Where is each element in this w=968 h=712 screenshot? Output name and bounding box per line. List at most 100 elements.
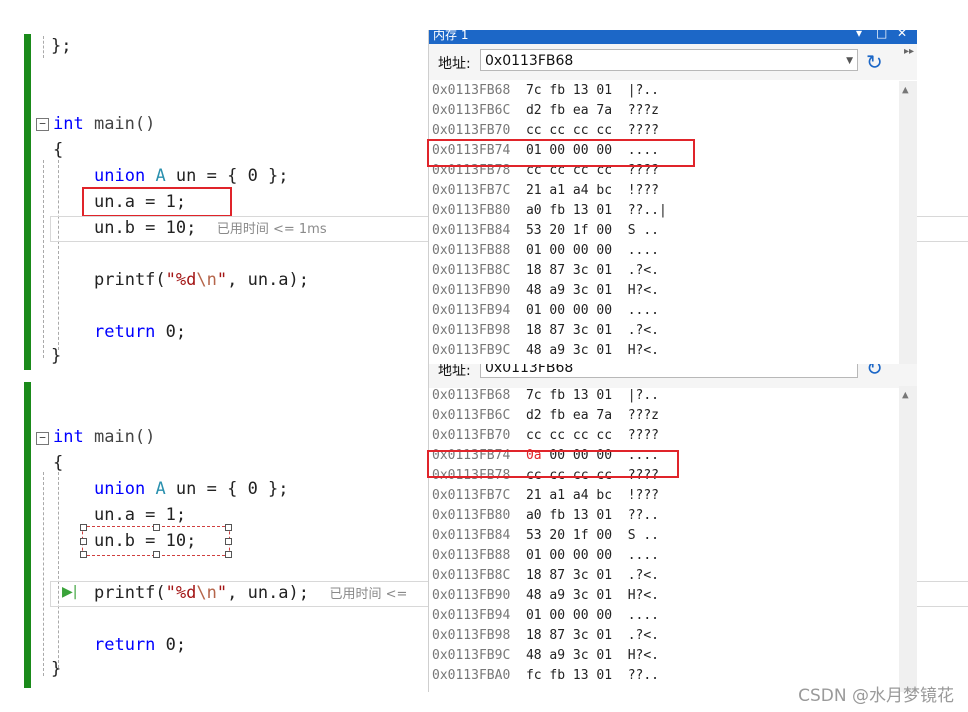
memory-byte[interactable]: bc	[596, 488, 612, 503]
address-input[interactable]: 0x0113FB68	[480, 364, 858, 378]
vertical-scrollbar[interactable]: ▲	[899, 81, 917, 378]
refresh-icon[interactable]: ↻	[866, 50, 883, 74]
memory-byte[interactable]: ea	[573, 408, 589, 423]
memory-byte[interactable]: fb	[549, 103, 565, 118]
memory-byte[interactable]: 3c	[573, 568, 589, 583]
memory-byte[interactable]: 87	[549, 263, 565, 278]
memory-byte[interactable]: cc	[596, 428, 612, 443]
memory-byte[interactable]: fb	[549, 388, 565, 403]
memory-byte[interactable]: a4	[573, 183, 589, 198]
memory-byte[interactable]: 18	[526, 263, 542, 278]
memory-row[interactable]: 0x0113FB9C 48 a9 3c 01 H?<.	[432, 341, 659, 361]
memory-byte[interactable]: 20	[549, 528, 565, 543]
memory-byte[interactable]: 01	[596, 568, 612, 583]
memory-row[interactable]: 0x0113FB7C 21 a1 a4 bc !???	[432, 486, 659, 506]
memory-byte[interactable]: 13	[573, 83, 589, 98]
memory-row[interactable]: 0x0113FB70 cc cc cc cc ????	[432, 426, 659, 446]
memory-byte[interactable]: 01	[596, 388, 612, 403]
memory-byte[interactable]: a9	[549, 648, 565, 663]
memory-byte[interactable]: cc	[596, 123, 612, 138]
memory-byte[interactable]: a1	[549, 183, 565, 198]
memory-byte[interactable]: 00	[596, 548, 612, 563]
close-icon[interactable]: ✕	[897, 30, 907, 40]
memory-byte[interactable]: 53	[526, 528, 542, 543]
memory-byte[interactable]: a4	[573, 488, 589, 503]
memory-row[interactable]: 0x0113FB98 18 87 3c 01 .?<.	[432, 626, 659, 646]
memory-byte[interactable]: cc	[526, 428, 542, 443]
code-line-assign-a[interactable]: un.a = 1;	[94, 505, 186, 525]
memory-byte[interactable]: 21	[526, 183, 542, 198]
memory-byte[interactable]: a0	[526, 508, 542, 523]
memory-byte[interactable]: a1	[549, 488, 565, 503]
memory-row[interactable]: 0x0113FB80 a0 fb 13 01 ??..	[432, 506, 659, 526]
memory-row[interactable]: 0x0113FB88 01 00 00 00 ....	[432, 241, 659, 261]
memory-byte[interactable]: 18	[526, 323, 542, 338]
chevron-down-icon[interactable]: ▼	[846, 50, 853, 72]
memory-byte[interactable]: 00	[573, 303, 589, 318]
memory-byte[interactable]: 1f	[573, 223, 589, 238]
memory-byte[interactable]: 21	[526, 488, 542, 503]
memory-row[interactable]: 0x0113FB84 53 20 1f 00 S ..	[432, 526, 659, 546]
memory-byte[interactable]: 01	[526, 548, 542, 563]
memory-byte[interactable]: 87	[549, 323, 565, 338]
memory-byte[interactable]: 01	[596, 203, 612, 218]
next-statement-arrow-icon[interactable]: ▶|	[62, 584, 77, 600]
memory-byte[interactable]: 01	[596, 668, 612, 683]
memory-byte[interactable]: 18	[526, 628, 542, 643]
memory-byte[interactable]: a0	[526, 203, 542, 218]
memory-byte[interactable]: 20	[549, 223, 565, 238]
memory-byte[interactable]: 13	[573, 388, 589, 403]
resize-handle[interactable]	[80, 551, 87, 558]
resize-handle[interactable]	[225, 551, 232, 558]
resize-handle[interactable]	[153, 551, 160, 558]
memory-byte[interactable]: 3c	[573, 343, 589, 358]
resize-handle[interactable]	[225, 524, 232, 531]
memory-byte[interactable]: a9	[549, 343, 565, 358]
memory-byte[interactable]: 7c	[526, 388, 542, 403]
collapse-icon[interactable]: −	[36, 118, 49, 131]
memory-row[interactable]: 0x0113FB88 01 00 00 00 ....	[432, 546, 659, 566]
memory-byte[interactable]: 3c	[573, 283, 589, 298]
memory-byte[interactable]: fb	[549, 508, 565, 523]
scroll-up-icon[interactable]: ▲	[902, 388, 909, 401]
memory-byte[interactable]: 3c	[573, 323, 589, 338]
memory-row[interactable]: 0x0113FB9C 48 a9 3c 01 H?<.	[432, 646, 659, 666]
memory-row[interactable]: 0x0113FB94 01 00 00 00 ....	[432, 301, 659, 321]
memory-byte[interactable]: 01	[596, 508, 612, 523]
memory-byte[interactable]: 00	[596, 243, 612, 258]
memory-byte[interactable]: 7c	[526, 83, 542, 98]
memory-byte[interactable]: 01	[596, 83, 612, 98]
memory-byte[interactable]: fb	[549, 83, 565, 98]
memory-byte[interactable]: 00	[549, 548, 565, 563]
memory-byte[interactable]: 3c	[573, 628, 589, 643]
memory-byte[interactable]: bc	[596, 183, 612, 198]
memory-byte[interactable]: fb	[549, 203, 565, 218]
memory-row[interactable]: 0x0113FB7C 21 a1 a4 bc !???	[432, 181, 659, 201]
memory-byte[interactable]: 87	[549, 628, 565, 643]
vertical-scrollbar[interactable]: ▲	[899, 386, 917, 692]
memory-row[interactable]: 0x0113FB84 53 20 1f 00 S ..	[432, 221, 659, 241]
address-input[interactable]: 0x0113FB68 ▼	[480, 49, 858, 71]
memory-byte[interactable]: 01	[596, 263, 612, 278]
memory-row[interactable]: 0x0113FB98 18 87 3c 01 .?<.	[432, 321, 659, 341]
scroll-up-icon[interactable]: ▲	[902, 83, 909, 96]
memory-byte[interactable]: 53	[526, 223, 542, 238]
code-line-assign-b[interactable]: un.b = 10; 已用时间 <= 1ms	[94, 218, 327, 238]
memory-byte[interactable]: 00	[573, 608, 589, 623]
window-menu-icon[interactable]: ▾	[856, 30, 862, 40]
memory-row[interactable]: 0x0113FB68 7c fb 13 01 |?..	[432, 386, 659, 406]
memory-row[interactable]: 0x0113FB8C 18 87 3c 01 .?<.	[432, 261, 659, 281]
memory-byte[interactable]: cc	[549, 428, 565, 443]
memory-byte[interactable]: fc	[526, 668, 542, 683]
overflow-icon[interactable]: ▸▸	[904, 46, 914, 57]
memory-byte[interactable]: 01	[596, 648, 612, 663]
memory-byte[interactable]: 7a	[596, 408, 612, 423]
memory-byte[interactable]: 00	[596, 608, 612, 623]
resize-handle[interactable]	[153, 524, 160, 531]
memory-byte[interactable]: 01	[526, 243, 542, 258]
memory-byte[interactable]: 00	[549, 608, 565, 623]
memory-byte[interactable]: 48	[526, 343, 542, 358]
memory-byte[interactable]: 00	[596, 528, 612, 543]
memory-byte[interactable]: cc	[573, 123, 589, 138]
memory-byte[interactable]: d2	[526, 103, 542, 118]
